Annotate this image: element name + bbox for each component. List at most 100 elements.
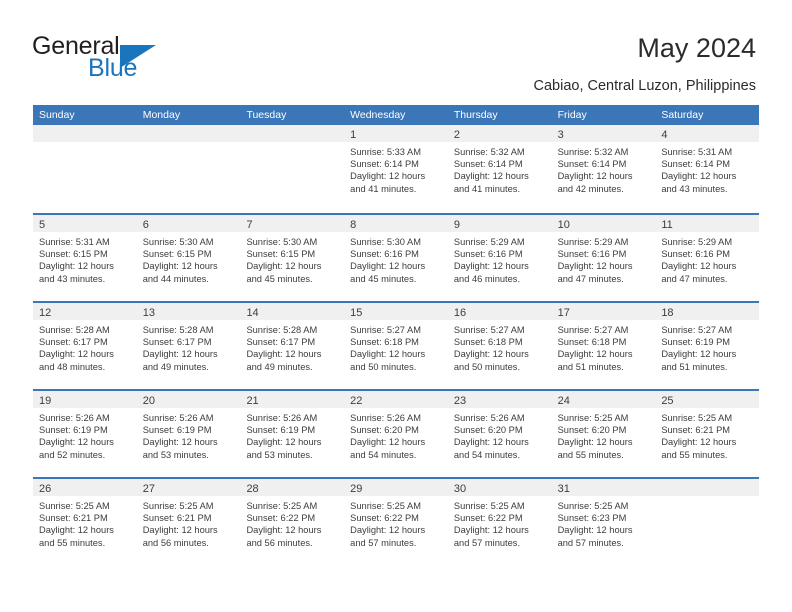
daylight-duration-line1: Daylight: 12 hours (661, 171, 737, 182)
weekday-header-tuesday: Tuesday (246, 109, 287, 121)
page-subtitle: Cabiao, Central Luzon, Philippines (533, 78, 756, 94)
calendar-day-cell-empty (655, 479, 760, 565)
day-number: 20 (142, 395, 155, 407)
day-number: 22 (350, 395, 363, 407)
daylight-duration-line2: and 54 minutes. (453, 449, 521, 460)
daylight-duration-line1: Daylight: 12 hours (557, 261, 633, 272)
calendar-day-cell[interactable]: 17 Sunrise: 5:27 AM Sunset: 6:18 PM Dayligh… (551, 303, 656, 389)
calendar-day-cell[interactable]: 25 Sunrise: 5:25 AM Sunset: 6:21 PM Dayligh… (655, 391, 760, 477)
calendar-day-cell[interactable]: 14 Sunrise: 5:28 AM Sunset: 6:17 PM Dayligh… (240, 303, 345, 389)
weekday-header-monday: Monday (142, 109, 181, 121)
sunrise-time: Sunrise: 5:27 AM (557, 325, 629, 335)
day-number: 2 (453, 129, 460, 141)
daylight-duration-line1: Daylight: 12 hours (246, 437, 322, 448)
calendar-day-cell[interactable]: 30 Sunrise: 5:25 AM Sunset: 6:22 PM Dayligh… (447, 479, 552, 565)
day-number-band: 2 (447, 125, 552, 142)
day-number-band: 7 (240, 215, 345, 232)
calendar-day-cell[interactable]: 19 Sunrise: 5:26 AM Sunset: 6:19 PM Dayligh… (33, 391, 137, 477)
sunrise-time: Sunrise: 5:30 AM (246, 237, 318, 247)
daylight-duration-line1: Daylight: 12 hours (142, 261, 218, 272)
calendar-day-cell[interactable]: 18 Sunrise: 5:27 AM Sunset: 6:19 PM Dayligh… (655, 303, 760, 389)
daylight-duration-line1: Daylight: 12 hours (661, 349, 737, 360)
daylight-duration-line1: Daylight: 12 hours (557, 525, 633, 536)
calendar-day-cell[interactable]: 16 Sunrise: 5:27 AM Sunset: 6:18 PM Dayligh… (447, 303, 552, 389)
calendar-day-cell[interactable]: 26 Sunrise: 5:25 AM Sunset: 6:21 PM Dayligh… (33, 479, 137, 565)
daylight-duration-line2: and 46 minutes. (453, 273, 521, 284)
day-details: Sunrise: 5:25 AM Sunset: 6:21 PM Daylight:… (33, 496, 137, 549)
sunset-time: Sunset: 6:21 PM (39, 513, 108, 524)
day-number-band: 20 (136, 391, 241, 408)
sunrise-time: Sunrise: 5:31 AM (39, 237, 110, 247)
calendar-day-cell[interactable]: 27 Sunrise: 5:25 AM Sunset: 6:21 PM Dayligh… (136, 479, 241, 565)
sunrise-time: Sunrise: 5:26 AM (39, 413, 110, 423)
calendar-day-cell[interactable]: 5 Sunrise: 5:31 AM Sunset: 6:15 PM Daylight… (33, 215, 137, 301)
day-number-band: 25 (655, 391, 760, 408)
calendar-day-cell[interactable]: 15 Sunrise: 5:27 AM Sunset: 6:18 PM Dayligh… (344, 303, 448, 389)
daylight-duration-line1: Daylight: 12 hours (350, 525, 426, 536)
day-details: Sunrise: 5:29 AM Sunset: 6:16 PM Daylight:… (448, 232, 552, 285)
calendar-day-cell[interactable]: 10 Sunrise: 5:29 AM Sunset: 6:16 PM Dayligh… (551, 215, 656, 301)
calendar-day-cell[interactable]: 1 Sunrise: 5:33 AM Sunset: 6:14 PM Daylight… (344, 125, 448, 213)
calendar-day-cell[interactable]: 9 Sunrise: 5:29 AM Sunset: 6:16 PM Daylight… (447, 215, 552, 301)
calendar-day-cell[interactable]: 20 Sunrise: 5:26 AM Sunset: 6:19 PM Dayligh… (136, 391, 241, 477)
day-number-band: 8 (344, 215, 448, 232)
day-number: 15 (350, 307, 363, 319)
calendar-day-cell[interactable]: 22 Sunrise: 5:26 AM Sunset: 6:20 PM Dayligh… (344, 391, 448, 477)
daylight-duration-line1: Daylight: 12 hours (350, 261, 426, 272)
calendar-day-cell[interactable]: 3 Sunrise: 5:32 AM Sunset: 6:14 PM Daylight… (551, 125, 656, 213)
calendar-day-cell-empty (240, 125, 345, 213)
calendar-day-cell[interactable]: 11 Sunrise: 5:29 AM Sunset: 6:16 PM Dayligh… (655, 215, 760, 301)
calendar-day-cell[interactable]: 21 Sunrise: 5:26 AM Sunset: 6:19 PM Dayligh… (240, 391, 345, 477)
calendar-day-cell[interactable]: 8 Sunrise: 5:30 AM Sunset: 6:16 PM Daylight… (344, 215, 448, 301)
day-number-band: 31 (551, 479, 656, 496)
sunset-time: Sunset: 6:15 PM (246, 249, 316, 260)
day-number: 9 (453, 219, 460, 231)
day-details: Sunrise: 5:25 AM Sunset: 6:21 PM Daylight:… (137, 496, 241, 549)
daylight-duration-line2: and 41 minutes. (350, 183, 417, 194)
day-details: Sunrise: 5:30 AM Sunset: 6:16 PM Daylight:… (344, 232, 448, 285)
sunset-time: Sunset: 6:15 PM (39, 249, 108, 260)
calendar-day-cell[interactable]: 13 Sunrise: 5:28 AM Sunset: 6:17 PM Dayligh… (136, 303, 241, 389)
sunset-time: Sunset: 6:17 PM (246, 337, 316, 348)
day-number-band: 26 (33, 479, 137, 496)
day-number-band: 23 (447, 391, 552, 408)
calendar-day-cell[interactable]: 6 Sunrise: 5:30 AM Sunset: 6:15 PM Daylight… (136, 215, 241, 301)
day-number-band: 27 (136, 479, 241, 496)
day-number-band: 9 (447, 215, 552, 232)
daylight-duration-line2: and 50 minutes. (350, 361, 417, 372)
brand-logo[interactable]: General Blue (32, 32, 212, 84)
calendar-day-cell[interactable]: 24 Sunrise: 5:25 AM Sunset: 6:20 PM Dayligh… (551, 391, 656, 477)
day-details: Sunrise: 5:27 AM Sunset: 6:18 PM Daylight:… (552, 320, 656, 373)
calendar-day-cell[interactable]: 31 Sunrise: 5:25 AM Sunset: 6:23 PM Dayligh… (551, 479, 656, 565)
day-number-band: 6 (136, 215, 241, 232)
calendar-day-cell[interactable]: 7 Sunrise: 5:30 AM Sunset: 6:15 PM Daylight… (240, 215, 345, 301)
day-number-band: 28 (240, 479, 345, 496)
sunrise-time: Sunrise: 5:31 AM (661, 147, 733, 157)
day-number: 30 (453, 483, 467, 495)
day-number: 16 (453, 307, 467, 319)
day-number: 21 (246, 395, 259, 407)
sunrise-time: Sunrise: 5:29 AM (661, 237, 733, 247)
day-number-band: 13 (136, 303, 241, 320)
sunset-time: Sunset: 6:18 PM (453, 337, 523, 348)
calendar-day-cell[interactable]: 2 Sunrise: 5:32 AM Sunset: 6:14 PM Daylight… (447, 125, 552, 213)
calendar-day-cell[interactable]: 28 Sunrise: 5:25 AM Sunset: 6:22 PM Dayligh… (240, 479, 345, 565)
calendar-day-cell[interactable]: 29 Sunrise: 5:25 AM Sunset: 6:22 PM Dayligh… (344, 479, 448, 565)
calendar-day-cell[interactable]: 4 Sunrise: 5:31 AM Sunset: 6:14 PM Daylight… (655, 125, 760, 213)
daylight-duration-line2: and 49 minutes. (246, 361, 313, 372)
calendar-day-cell[interactable]: 12 Sunrise: 5:28 AM Sunset: 6:17 PM Dayligh… (33, 303, 137, 389)
day-details: Sunrise: 5:30 AM Sunset: 6:15 PM Daylight:… (240, 232, 344, 285)
daylight-duration-line1: Daylight: 12 hours (453, 171, 529, 182)
calendar-day-cell[interactable]: 23 Sunrise: 5:26 AM Sunset: 6:20 PM Dayligh… (447, 391, 552, 477)
daylight-duration-line2: and 51 minutes. (557, 361, 624, 372)
sunrise-time: Sunrise: 5:25 AM (39, 501, 110, 511)
daylight-duration-line2: and 55 minutes. (39, 537, 106, 548)
day-details: Sunrise: 5:25 AM Sunset: 6:22 PM Daylight:… (344, 496, 448, 549)
sunset-time: Sunset: 6:15 PM (142, 249, 212, 260)
sunrise-time: Sunrise: 5:25 AM (661, 413, 733, 423)
day-details: Sunrise: 5:31 AM Sunset: 6:15 PM Daylight:… (33, 232, 137, 285)
day-number-band: 10 (551, 215, 656, 232)
daylight-duration-line2: and 56 minutes. (142, 537, 209, 548)
calendar-day-cell-empty (136, 125, 241, 213)
calendar-week-row: 19 Sunrise: 5:26 AM Sunset: 6:19 PM Dayligh… (33, 389, 760, 477)
